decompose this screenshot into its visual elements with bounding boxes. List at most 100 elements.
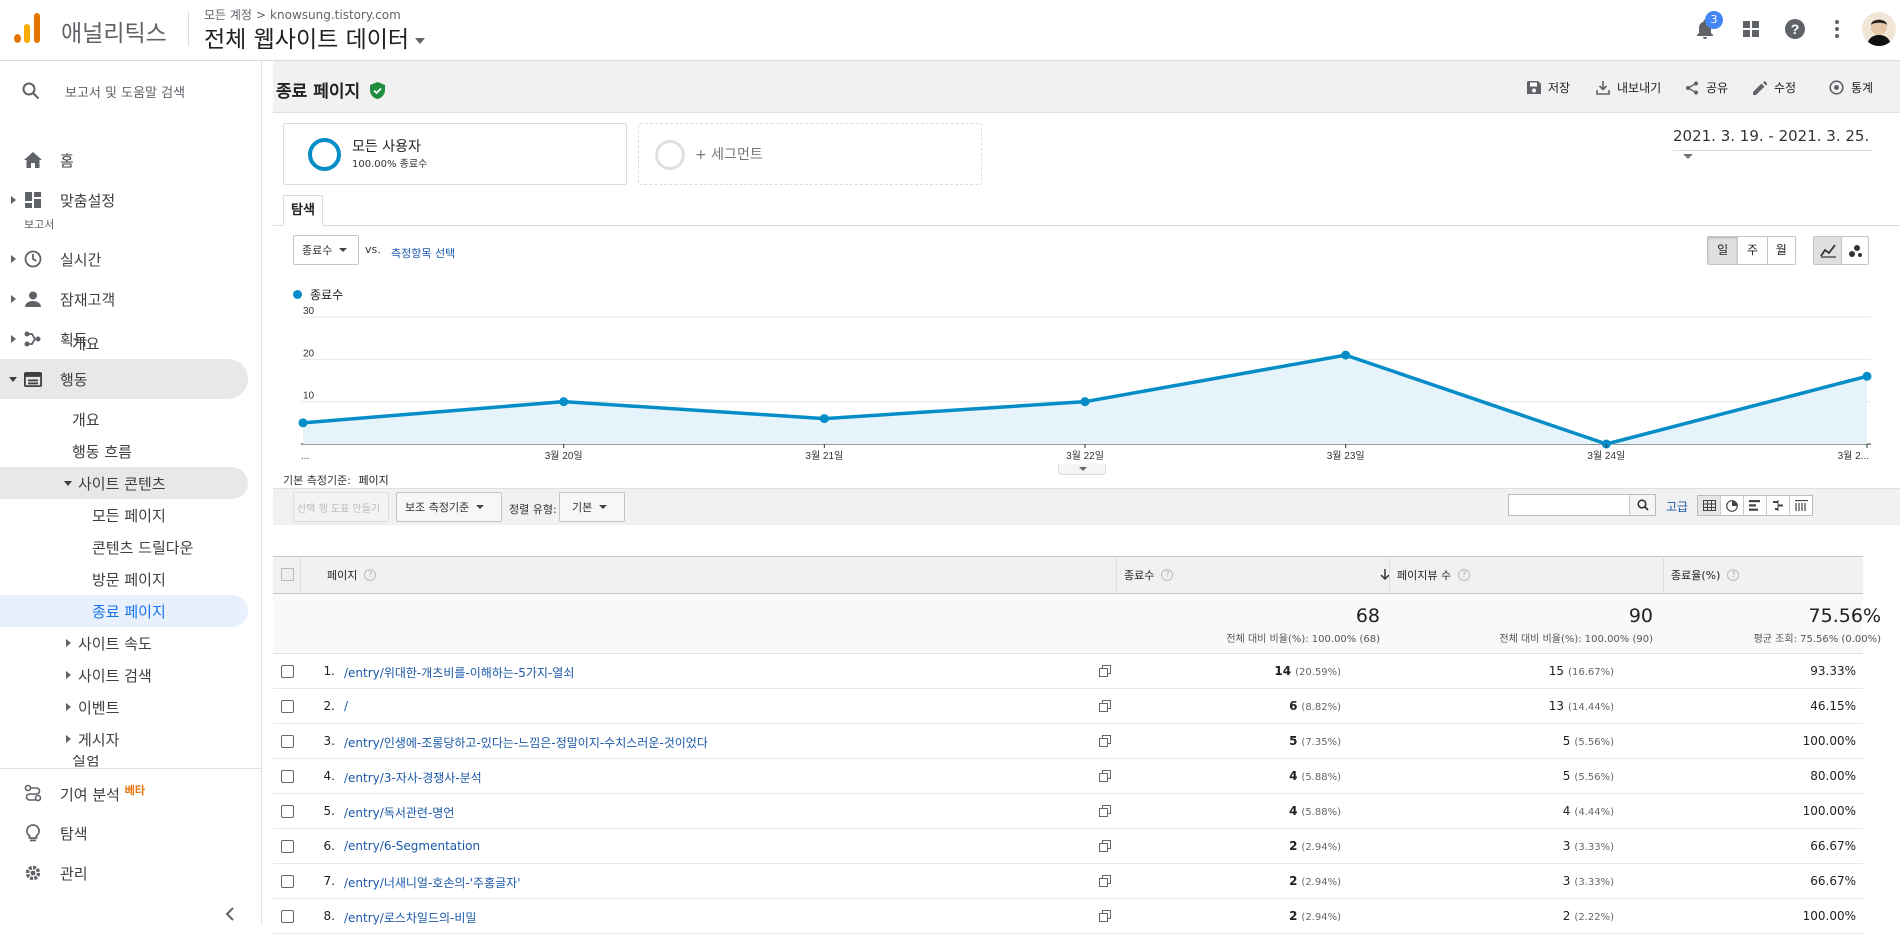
page-link[interactable]: /entry/독서관련-명언	[344, 804, 454, 821]
table-row[interactable]: 1. /entry/위대한-개츠비를-이해하는-5가지-열쇠 14 (20.59%…	[273, 654, 1863, 689]
page-link[interactable]: /entry/로스차일드의-비밀	[344, 909, 476, 926]
data-table-view-button[interactable]	[1698, 496, 1721, 515]
sidebar-item-behavior-overview[interactable]: 개요	[0, 327, 248, 359]
sidebar-item-behavior-flow[interactable]: 행동 흐름	[0, 435, 248, 467]
metric-dropdown[interactable]: 종료수	[293, 235, 359, 265]
edit-button[interactable]: 수정	[1753, 79, 1796, 96]
sidebar-item-experiments[interactable]: 실험	[0, 755, 248, 767]
property-selector[interactable]: 전체 웹사이트 데이터	[204, 20, 426, 54]
help-icon[interactable]: ?	[1458, 569, 1471, 581]
motion-chart-button[interactable]	[1841, 237, 1868, 264]
sidebar-item-admin[interactable]: 관리	[0, 853, 248, 893]
brand-name[interactable]: 애널리틱스	[61, 14, 167, 48]
line-chart-button[interactable]	[1814, 237, 1842, 264]
table-row[interactable]: 3. /entry/인생에-조롱당하고-있다는-느낌은-정말이지-수치스러운-것…	[273, 724, 1863, 759]
help-button[interactable]: ?	[1780, 14, 1810, 44]
table-row[interactable]: 2. / 6 (8.82%) 13 (14.44%) 46.15%	[273, 689, 1863, 724]
notifications-button[interactable]: 3	[1690, 11, 1723, 44]
open-link-icon[interactable]	[1099, 700, 1111, 712]
chart-collapse-handle[interactable]	[1058, 464, 1106, 475]
performance-view-button[interactable]	[1744, 496, 1767, 515]
column-header-exit-rate[interactable]: 종료율(%)?	[1671, 556, 1861, 594]
open-link-icon[interactable]	[1099, 735, 1111, 747]
granularity-day-button[interactable]: 일	[1708, 237, 1738, 264]
column-header-exits[interactable]: 종료수?	[1124, 556, 1390, 594]
open-link-icon[interactable]	[1099, 805, 1111, 817]
sidebar-item-publisher[interactable]: 게시자	[0, 723, 248, 755]
select-all-checkbox[interactable]	[281, 568, 294, 581]
date-range-picker[interactable]: 2021. 3. 19. - 2021. 3. 25.	[1673, 127, 1873, 159]
secondary-dimension-dropdown[interactable]: 보조 측정기준	[396, 492, 502, 522]
sidebar-item-site-search[interactable]: 사이트 검색	[0, 659, 248, 691]
select-metric-link[interactable]: 측정항목 선택	[391, 245, 455, 261]
pivot-view-button[interactable]	[1790, 496, 1812, 515]
save-button[interactable]: 저장	[1527, 79, 1570, 96]
help-icon[interactable]: ?	[1161, 569, 1174, 581]
analytics-logo-icon[interactable]	[14, 13, 42, 43]
row-checkbox[interactable]	[281, 805, 294, 818]
more-options-button[interactable]	[1822, 14, 1852, 44]
open-link-icon[interactable]	[1099, 910, 1111, 922]
sidebar-item-content-drilldown[interactable]: 콘텐츠 드릴다운	[0, 531, 248, 563]
row-checkbox[interactable]	[281, 700, 294, 713]
sidebar-item-audience[interactable]: 잠재고객	[0, 279, 248, 319]
table-search-button[interactable]	[1629, 495, 1655, 515]
page-link[interactable]: /entry/6-Segmentation	[344, 839, 480, 853]
apps-button[interactable]	[1736, 14, 1766, 44]
add-segment-button[interactable]: + 세그먼트	[638, 123, 982, 185]
granularity-week-button[interactable]: 주	[1737, 237, 1766, 264]
search-input[interactable]: 보고서 및 도움말 검색	[65, 82, 185, 101]
sidebar-item-discover[interactable]: 탐색	[0, 813, 248, 853]
page-link[interactable]: /entry/너새니얼-호손의-'주홍글자'	[344, 874, 521, 891]
sidebar-item-customization[interactable]: 맞춤설정	[0, 180, 248, 220]
plot-rows-button[interactable]: 선택 행 도표 만들기	[293, 492, 389, 522]
row-checkbox[interactable]	[281, 910, 294, 923]
sidebar-item-exit-pages[interactable]: 종료 페이지	[0, 595, 248, 627]
table-row[interactable]: 6. /entry/6-Segmentation 2 (2.94%) 3 (3.33…	[273, 829, 1863, 864]
sort-type-dropdown[interactable]: 기본	[559, 492, 625, 522]
sidebar-item-behavior-overview-row[interactable]: 개요	[0, 403, 248, 435]
row-checkbox[interactable]	[281, 665, 294, 678]
table-search-input[interactable]	[1508, 494, 1656, 516]
open-link-icon[interactable]	[1099, 770, 1111, 782]
export-button[interactable]: 내보내기	[1596, 79, 1661, 96]
sidebar-item-all-pages[interactable]: 모든 페이지	[0, 499, 248, 531]
avatar[interactable]	[1862, 12, 1896, 46]
row-checkbox[interactable]	[281, 840, 294, 853]
sidebar-item-site-speed[interactable]: 사이트 속도	[0, 627, 248, 659]
page-link[interactable]: /entry/위대한-개츠비를-이해하는-5가지-열쇠	[344, 664, 574, 681]
report-search[interactable]: 보고서 및 도움말 검색	[0, 73, 248, 109]
open-link-icon[interactable]	[1099, 840, 1111, 852]
granularity-month-button[interactable]: 월	[1766, 237, 1795, 264]
advanced-filter-link[interactable]: 고급	[1666, 498, 1688, 515]
sidebar-item-events[interactable]: 이벤트	[0, 691, 248, 723]
row-checkbox[interactable]	[281, 875, 294, 888]
open-link-icon[interactable]	[1099, 665, 1111, 677]
help-icon[interactable]: ?	[364, 569, 377, 581]
column-header-pageviews[interactable]: 페이지뷰 수?	[1397, 556, 1657, 594]
table-row[interactable]: 5. /entry/독서관련-명언 4 (5.88%) 4 (4.44%) 100.…	[273, 794, 1863, 829]
table-row[interactable]: 7. /entry/너새니얼-호손의-'주홍글자' 2 (2.94%) 3 (3.3…	[273, 864, 1863, 899]
sidebar-item-site-content[interactable]: 사이트 콘텐츠	[0, 467, 248, 499]
row-checkbox[interactable]	[281, 735, 294, 748]
page-link[interactable]: /entry/인생에-조롱당하고-있다는-느낌은-정말이지-수치스러운-것이었다	[344, 734, 708, 751]
open-link-icon[interactable]	[1099, 875, 1111, 887]
sidebar-item-home[interactable]: 홈	[0, 140, 248, 180]
sidebar-item-landing-pages[interactable]: 방문 페이지	[0, 563, 248, 595]
table-row[interactable]: 4. /entry/3-자사-경쟁사-분석 4 (5.88%) 5 (5.56%) …	[273, 759, 1863, 794]
help-icon[interactable]: ?	[1727, 569, 1740, 581]
comparison-view-button[interactable]	[1767, 496, 1790, 515]
segment-all-users[interactable]: 모든 사용자 100.00% 종료수	[283, 123, 627, 185]
column-header-page[interactable]: 페이지?	[327, 556, 1117, 594]
row-checkbox[interactable]	[281, 770, 294, 783]
page-link[interactable]: /	[344, 699, 348, 713]
page-link[interactable]: /entry/3-자사-경쟁사-분석	[344, 769, 482, 786]
share-button[interactable]: 공유	[1685, 79, 1728, 96]
table-row[interactable]: 8. /entry/로스차일드의-비밀 2 (2.94%) 2 (2.22%) 10…	[273, 899, 1863, 934]
sidebar-item-behavior[interactable]: 행동	[0, 359, 248, 399]
sidebar-item-realtime[interactable]: 실시간	[0, 239, 248, 279]
insights-button[interactable]: 통계	[1829, 79, 1873, 96]
sidebar-item-attribution[interactable]: 기여 분석 베타	[0, 773, 248, 813]
primary-dimension-value[interactable]: 페이지	[358, 474, 388, 487]
collapse-sidebar-button[interactable]	[220, 904, 240, 924]
